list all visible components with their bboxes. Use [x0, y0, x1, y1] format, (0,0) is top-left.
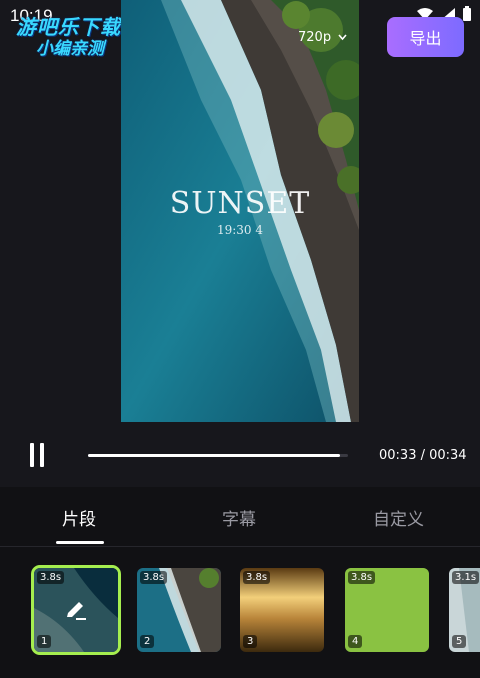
clip-strip: 3.8s 1 3.8s 2 3.8s 3 3.8s 4 3.1s 5: [0, 565, 480, 655]
tab-custom[interactable]: 自定义: [373, 505, 424, 530]
tab-bar: 片段 字幕 自定义: [0, 487, 480, 545]
edit-panel: 片段 字幕 自定义 3.8s 1 3.8s 2 3.8s 3 3.8s 4 3.…: [0, 487, 480, 678]
progress-track[interactable]: [88, 454, 348, 457]
tab-clips[interactable]: 片段: [62, 505, 96, 530]
clip-duration: 3.8s: [37, 571, 65, 584]
playback-time: 00:33 / 00:34: [379, 448, 467, 463]
active-tab-indicator: [56, 541, 104, 544]
clip-thumbnail[interactable]: 3.8s 2: [137, 568, 221, 652]
clip-index: 1: [37, 635, 52, 648]
watermark-line1: 游吧乐下载: [16, 15, 121, 39]
divider: [0, 546, 480, 547]
edit-pencil-icon[interactable]: [63, 597, 89, 623]
watermark-logo: 游吧乐下载 小编亲测: [16, 16, 121, 60]
clip-duration: 3.8s: [140, 571, 168, 584]
pause-icon-bar: [40, 443, 44, 467]
pause-icon: [30, 443, 34, 467]
export-button[interactable]: 导出: [387, 17, 464, 57]
resolution-dropdown[interactable]: 720p: [298, 30, 347, 45]
tab-subtitles[interactable]: 字幕: [222, 505, 256, 530]
pause-button[interactable]: [28, 443, 48, 467]
battery-icon: [463, 6, 471, 21]
video-title-overlay: SUNSET: [169, 186, 311, 221]
resolution-label: 720p: [298, 30, 332, 45]
clip-index: 5: [452, 635, 467, 648]
clip-index: 2: [140, 635, 155, 648]
clip-duration: 3.8s: [348, 571, 376, 584]
clip-thumbnail[interactable]: 3.8s 3: [240, 568, 324, 652]
watermark-line2: 小编亲测: [36, 39, 104, 59]
video-subtitle-overlay: 19:30 4: [216, 223, 264, 237]
progress-fill: [88, 454, 341, 457]
chevron-down-icon: [338, 34, 347, 41]
clip-thumbnail[interactable]: 3.1s 5: [449, 568, 480, 652]
video-preview[interactable]: SUNSET 19:30 4: [121, 0, 359, 422]
clip-thumbnail[interactable]: 3.8s 4: [345, 568, 429, 652]
clip-duration: 3.8s: [243, 571, 271, 584]
clip-duration: 3.1s: [452, 571, 480, 584]
clip-thumbnail[interactable]: 3.8s 1: [31, 565, 121, 655]
clip-index: 4: [348, 635, 363, 648]
clip-index: 3: [243, 635, 258, 648]
